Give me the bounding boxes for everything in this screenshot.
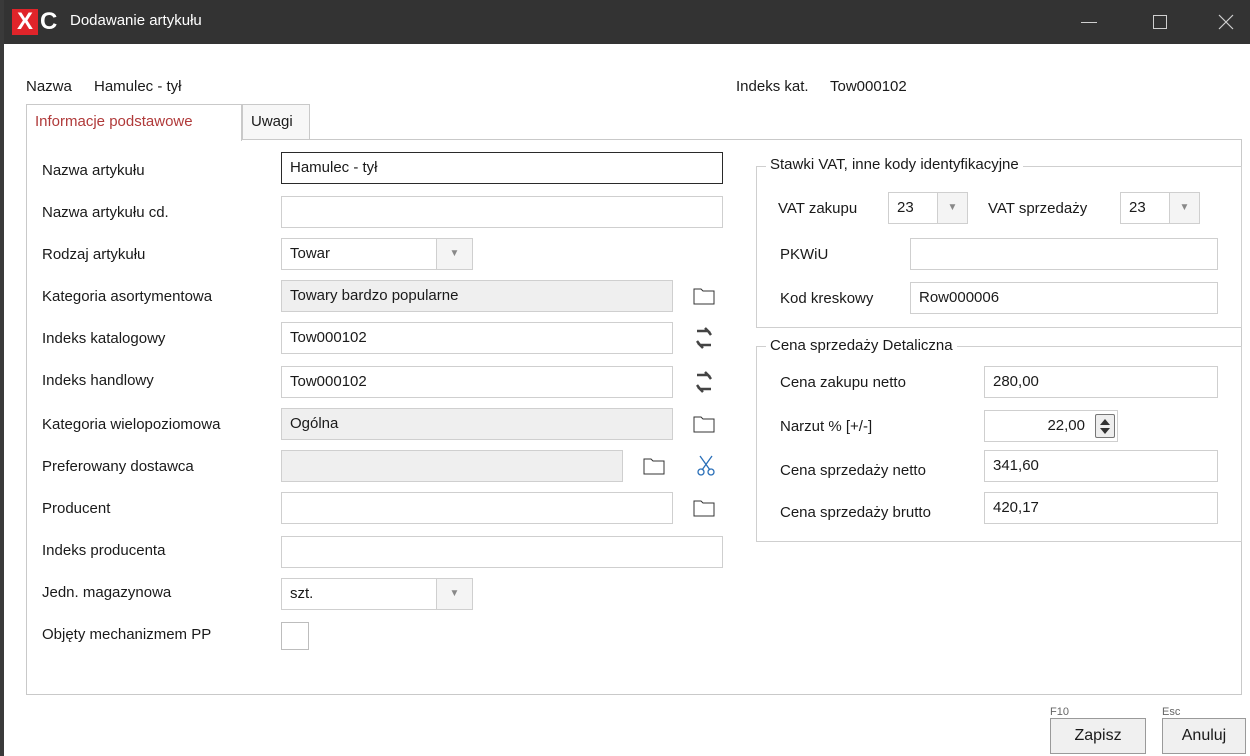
indeks-katalogowy-input[interactable]: Tow000102	[281, 322, 673, 354]
objety-pp-checkbox[interactable]	[281, 622, 309, 650]
rodzaj-artykulu-select[interactable]: Towar ▼	[281, 238, 473, 270]
price-group-title: Cena sprzedaży Detaliczna	[766, 337, 957, 354]
save-button[interactable]: Zapisz	[1050, 718, 1146, 754]
indeks-producenta-input[interactable]	[281, 536, 723, 568]
label-objety-pp: Objęty mechanizmem PP	[42, 626, 212, 643]
folder-icon[interactable]	[692, 412, 716, 436]
rodzaj-artykulu-value: Towar	[290, 245, 331, 262]
label-preferowany-dostawca: Preferowany dostawca	[42, 458, 194, 475]
kategoria-asortymentowa-field[interactable]: Towary bardzo popularne	[281, 280, 673, 312]
kategoria-wielopoziomowa-field[interactable]: Ogólna	[281, 408, 673, 440]
scissors-icon[interactable]	[694, 454, 718, 478]
label-kategoria-wielopoziomowa: Kategoria wielopoziomowa	[42, 416, 221, 433]
label-cena-brutto: Cena sprzedaży brutto	[780, 504, 931, 521]
logo-c: C	[40, 8, 58, 35]
header-index-value: Tow000102	[830, 78, 907, 95]
cancel-shortcut: Esc	[1162, 706, 1181, 718]
producent-input[interactable]	[281, 492, 673, 524]
vat-zakupu-select[interactable]: 23 ▼	[888, 192, 968, 224]
chevron-down-icon[interactable]: ▼	[436, 579, 472, 609]
chevron-down-icon[interactable]: ▼	[436, 239, 472, 269]
refresh-icon[interactable]	[692, 326, 716, 350]
nazwa-artykulu-cd-input[interactable]	[281, 196, 723, 228]
title-bar[interactable]: X C Dodawanie artykułu	[4, 0, 1250, 44]
label-producent: Producent	[42, 500, 111, 517]
vat-group-title: Stawki VAT, inne kody identyfikacyjne	[766, 156, 1023, 173]
folder-icon[interactable]	[692, 284, 716, 308]
label-indeks-katalogowy: Indeks katalogowy	[42, 330, 166, 347]
cancel-button[interactable]: Anuluj	[1162, 718, 1246, 754]
label-kategoria-asortymentowa: Kategoria asortymentowa	[42, 288, 213, 305]
label-cena-zakupu: Cena zakupu netto	[780, 374, 906, 391]
label-nazwa-artykulu: Nazwa artykułu	[42, 162, 145, 179]
header-index-label: Indeks kat.	[736, 78, 809, 95]
maximize-button[interactable]	[1132, 0, 1188, 44]
jedn-magazynowa-value: szt.	[290, 585, 314, 602]
label-jedn-magazynowa: Jedn. magazynowa	[42, 584, 172, 601]
header-name-label: Nazwa	[26, 78, 72, 95]
minimize-icon	[1081, 21, 1097, 23]
header-name-value: Hamulec - tył	[94, 78, 182, 95]
vat-sprzedazy-value: 23	[1129, 199, 1146, 216]
close-button[interactable]	[1198, 0, 1250, 44]
cena-brutto-input[interactable]: 420,17	[984, 492, 1218, 524]
folder-icon[interactable]	[692, 496, 716, 520]
maximize-icon	[1153, 15, 1167, 29]
label-nazwa-artykulu-cd: Nazwa artykułu cd.	[42, 204, 169, 221]
pkwiu-input[interactable]	[910, 238, 1218, 270]
label-narzut: Narzut % [+/-]	[780, 418, 873, 435]
tab-informacje-podstawowe[interactable]: Informacje podstawowe	[26, 104, 242, 141]
cena-zakupu-input[interactable]: 280,00	[984, 366, 1218, 398]
logo-x: X	[12, 9, 38, 35]
app-logo: X C	[12, 9, 64, 35]
vat-sprzedazy-select[interactable]: 23 ▼	[1120, 192, 1200, 224]
minimize-button[interactable]	[1061, 0, 1117, 44]
label-rodzaj-artykulu: Rodzaj artykułu	[42, 246, 146, 263]
indeks-handlowy-input[interactable]: Tow000102	[281, 366, 673, 398]
chevron-down-icon[interactable]: ▼	[937, 193, 967, 223]
narzut-value: 22,00	[1047, 417, 1085, 434]
label-vat-sprzedazy: VAT sprzedaży	[988, 200, 1088, 217]
vat-zakupu-value: 23	[897, 199, 914, 216]
tab-uwagi[interactable]: Uwagi	[242, 104, 310, 140]
folder-icon[interactable]	[642, 454, 666, 478]
label-cena-netto: Cena sprzedaży netto	[780, 462, 926, 479]
label-kod-kreskowy: Kod kreskowy	[780, 290, 874, 307]
narzut-input[interactable]: 22,00	[984, 410, 1118, 442]
preferowany-dostawca-field[interactable]	[281, 450, 623, 482]
cena-netto-input[interactable]: 341,60	[984, 450, 1218, 482]
window-title: Dodawanie artykułu	[70, 12, 202, 29]
refresh-icon[interactable]	[692, 370, 716, 394]
label-indeks-handlowy: Indeks handlowy	[42, 372, 154, 389]
label-indeks-producenta: Indeks producenta	[42, 542, 166, 559]
spinner-up-icon[interactable]	[1100, 419, 1110, 425]
save-shortcut: F10	[1050, 706, 1069, 718]
spinner-down-icon[interactable]	[1100, 428, 1110, 434]
label-pkwiu: PKWiU	[780, 246, 829, 263]
chevron-down-icon[interactable]: ▼	[1169, 193, 1199, 223]
dialog-window: X C Dodawanie artykułu Nazwa Hamulec - t…	[0, 0, 1250, 756]
narzut-spinner[interactable]	[1095, 414, 1115, 438]
label-vat-zakupu: VAT zakupu	[778, 200, 858, 217]
close-icon	[1218, 14, 1234, 30]
kod-kreskowy-input[interactable]: Row000006	[910, 282, 1218, 314]
nazwa-artykulu-input[interactable]: Hamulec - tył	[281, 152, 723, 184]
jedn-magazynowa-select[interactable]: szt. ▼	[281, 578, 473, 610]
